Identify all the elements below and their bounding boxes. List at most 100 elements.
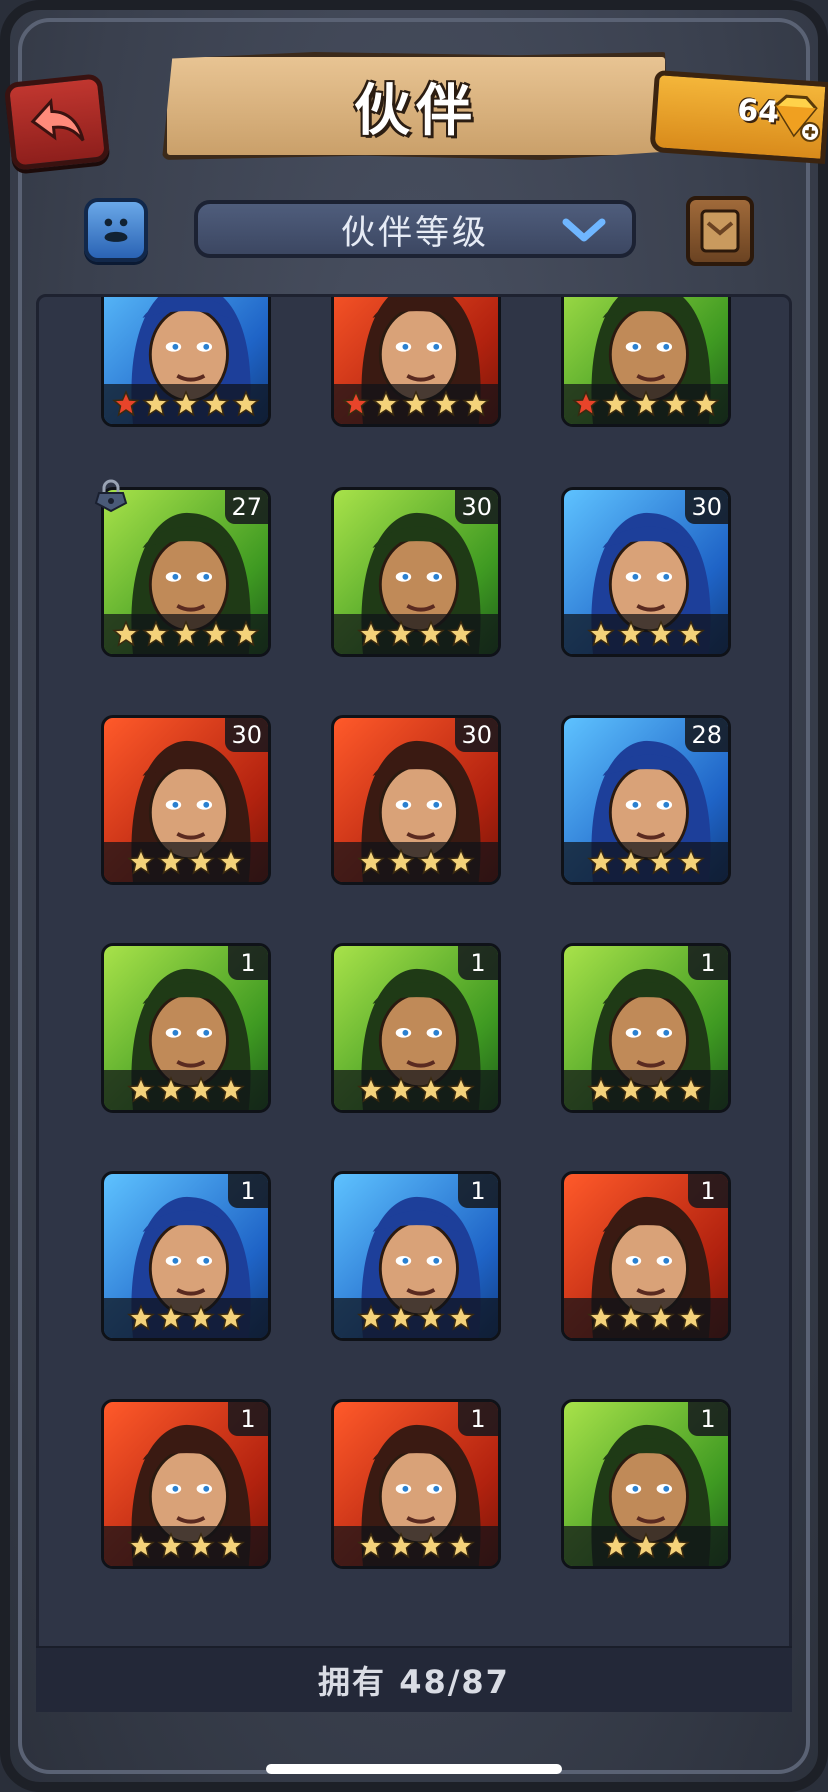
category-filter-button[interactable] (84, 198, 148, 262)
star-icon (202, 390, 230, 417)
star-icon (172, 620, 200, 647)
star-icon (462, 390, 490, 417)
partner-level: 1 (228, 1402, 268, 1436)
partner-card[interactable]: 35 (331, 297, 501, 427)
partner-card[interactable]: 1 (331, 1399, 501, 1569)
back-arrow-icon (30, 98, 85, 142)
star-icon (357, 848, 385, 875)
star-icon (232, 390, 260, 417)
star-icon (602, 1532, 630, 1559)
star-icon (187, 1076, 215, 1103)
partner-card[interactable]: 1 (331, 943, 501, 1113)
star-icon (417, 1304, 445, 1331)
partner-level: 30 (225, 718, 268, 752)
star-icon (647, 848, 675, 875)
star-icon (647, 1304, 675, 1331)
partner-card[interactable]: 30 (331, 715, 501, 885)
partner-level: 28 (685, 718, 728, 752)
star-icon (387, 1076, 415, 1103)
star-icon (677, 1076, 705, 1103)
home-indicator[interactable] (266, 1764, 562, 1774)
star-icon (677, 848, 705, 875)
sort-label: 伙伴等级 (341, 212, 489, 253)
star-icon (617, 620, 645, 647)
star-icon (617, 848, 645, 875)
star-icon (187, 1304, 215, 1331)
star-rating (104, 842, 268, 882)
sort-dropdown[interactable]: 伙伴等级 (194, 200, 636, 258)
star-icon (647, 1076, 675, 1103)
partner-card[interactable]: 1 (331, 1171, 501, 1341)
star-icon (112, 390, 140, 417)
partner-card[interactable]: 30 (331, 487, 501, 657)
star-icon (357, 1532, 385, 1559)
star-icon (187, 848, 215, 875)
partner-level: 1 (458, 1174, 498, 1208)
star-rating (564, 384, 728, 424)
partner-level: 1 (228, 946, 268, 980)
star-icon (662, 390, 690, 417)
partner-list-panel[interactable]: 35 35 32 27 30 30 30 30 28 1 1 1 1 1 1 1 1 1 (36, 294, 792, 1712)
star-icon (127, 1532, 155, 1559)
star-icon (417, 1076, 445, 1103)
partner-card[interactable]: 30 (561, 487, 731, 657)
partner-card[interactable]: 30 (101, 715, 271, 885)
star-rating (104, 1070, 268, 1110)
star-rating (564, 614, 728, 654)
star-icon (632, 1532, 660, 1559)
book-icon (700, 209, 740, 253)
star-icon (357, 1076, 385, 1103)
partner-card[interactable]: 32 (561, 297, 731, 427)
star-icon (232, 620, 260, 647)
star-rating (564, 842, 728, 882)
star-icon (692, 390, 720, 417)
star-icon (587, 620, 615, 647)
codex-button[interactable] (686, 196, 754, 266)
star-icon (372, 390, 400, 417)
star-icon (217, 848, 245, 875)
partner-card[interactable]: 1 (101, 943, 271, 1113)
star-icon (157, 1304, 185, 1331)
star-icon (417, 620, 445, 647)
partner-card[interactable]: 1 (561, 943, 731, 1113)
star-icon (617, 1076, 645, 1103)
partner-card[interactable]: 1 (561, 1399, 731, 1569)
star-icon (112, 620, 140, 647)
paw-icon (104, 218, 128, 242)
star-icon (142, 620, 170, 647)
star-icon (217, 1304, 245, 1331)
partner-card[interactable]: 1 (101, 1171, 271, 1341)
star-icon (387, 1304, 415, 1331)
star-rating (564, 1526, 728, 1566)
star-icon (677, 1304, 705, 1331)
back-button[interactable] (3, 73, 111, 171)
star-icon (127, 848, 155, 875)
star-icon (447, 620, 475, 647)
star-icon (417, 848, 445, 875)
partner-card[interactable]: 1 (101, 1399, 271, 1569)
partner-level: 1 (458, 1402, 498, 1436)
star-icon (447, 1532, 475, 1559)
star-icon (447, 1304, 475, 1331)
star-icon (417, 1532, 445, 1559)
partner-card[interactable]: 1 (561, 1171, 731, 1341)
star-icon (342, 390, 370, 417)
star-rating (104, 614, 268, 654)
star-icon (402, 390, 430, 417)
star-icon (142, 390, 170, 417)
partner-level: 30 (455, 490, 498, 524)
star-icon (357, 620, 385, 647)
partner-level: 1 (458, 946, 498, 980)
star-rating (104, 1298, 268, 1338)
star-icon (172, 390, 200, 417)
star-icon (587, 848, 615, 875)
star-icon (127, 1076, 155, 1103)
partner-level: 1 (688, 1402, 728, 1436)
gem-counter-button[interactable]: 64 (649, 69, 828, 165)
star-icon (447, 1076, 475, 1103)
star-rating (334, 842, 498, 882)
owned-count: 拥有 48/87 (318, 1663, 510, 1701)
star-rating (334, 384, 498, 424)
partner-card[interactable]: 35 (101, 297, 271, 427)
partner-card[interactable]: 28 (561, 715, 731, 885)
